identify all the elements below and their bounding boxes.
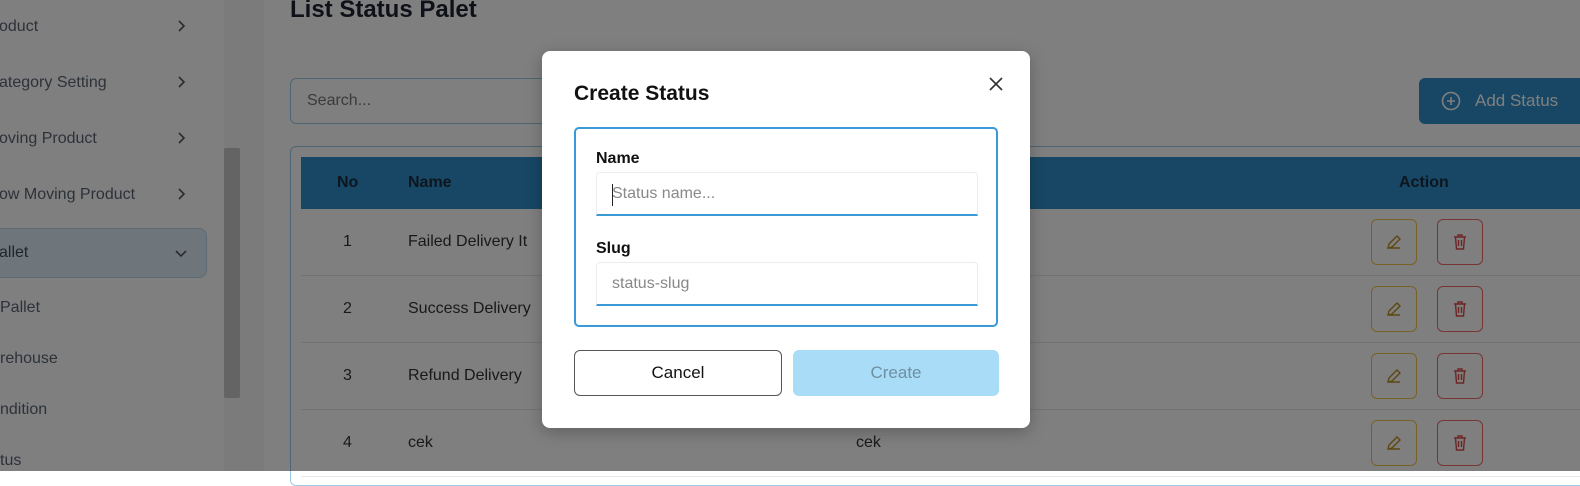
close-icon[interactable] — [987, 75, 1005, 93]
status-form: Name Slug — [574, 127, 998, 327]
create-status-modal: Create Status Name Slug Cancel Create — [542, 51, 1030, 428]
cancel-button[interactable]: Cancel — [574, 350, 782, 396]
slug-input[interactable] — [596, 262, 978, 306]
modal-title: Create Status — [574, 82, 710, 105]
create-button[interactable]: Create — [793, 350, 999, 396]
slug-label: Slug — [596, 240, 631, 257]
name-label: Name — [596, 150, 640, 167]
name-input[interactable] — [596, 172, 978, 216]
text-cursor — [612, 184, 613, 206]
